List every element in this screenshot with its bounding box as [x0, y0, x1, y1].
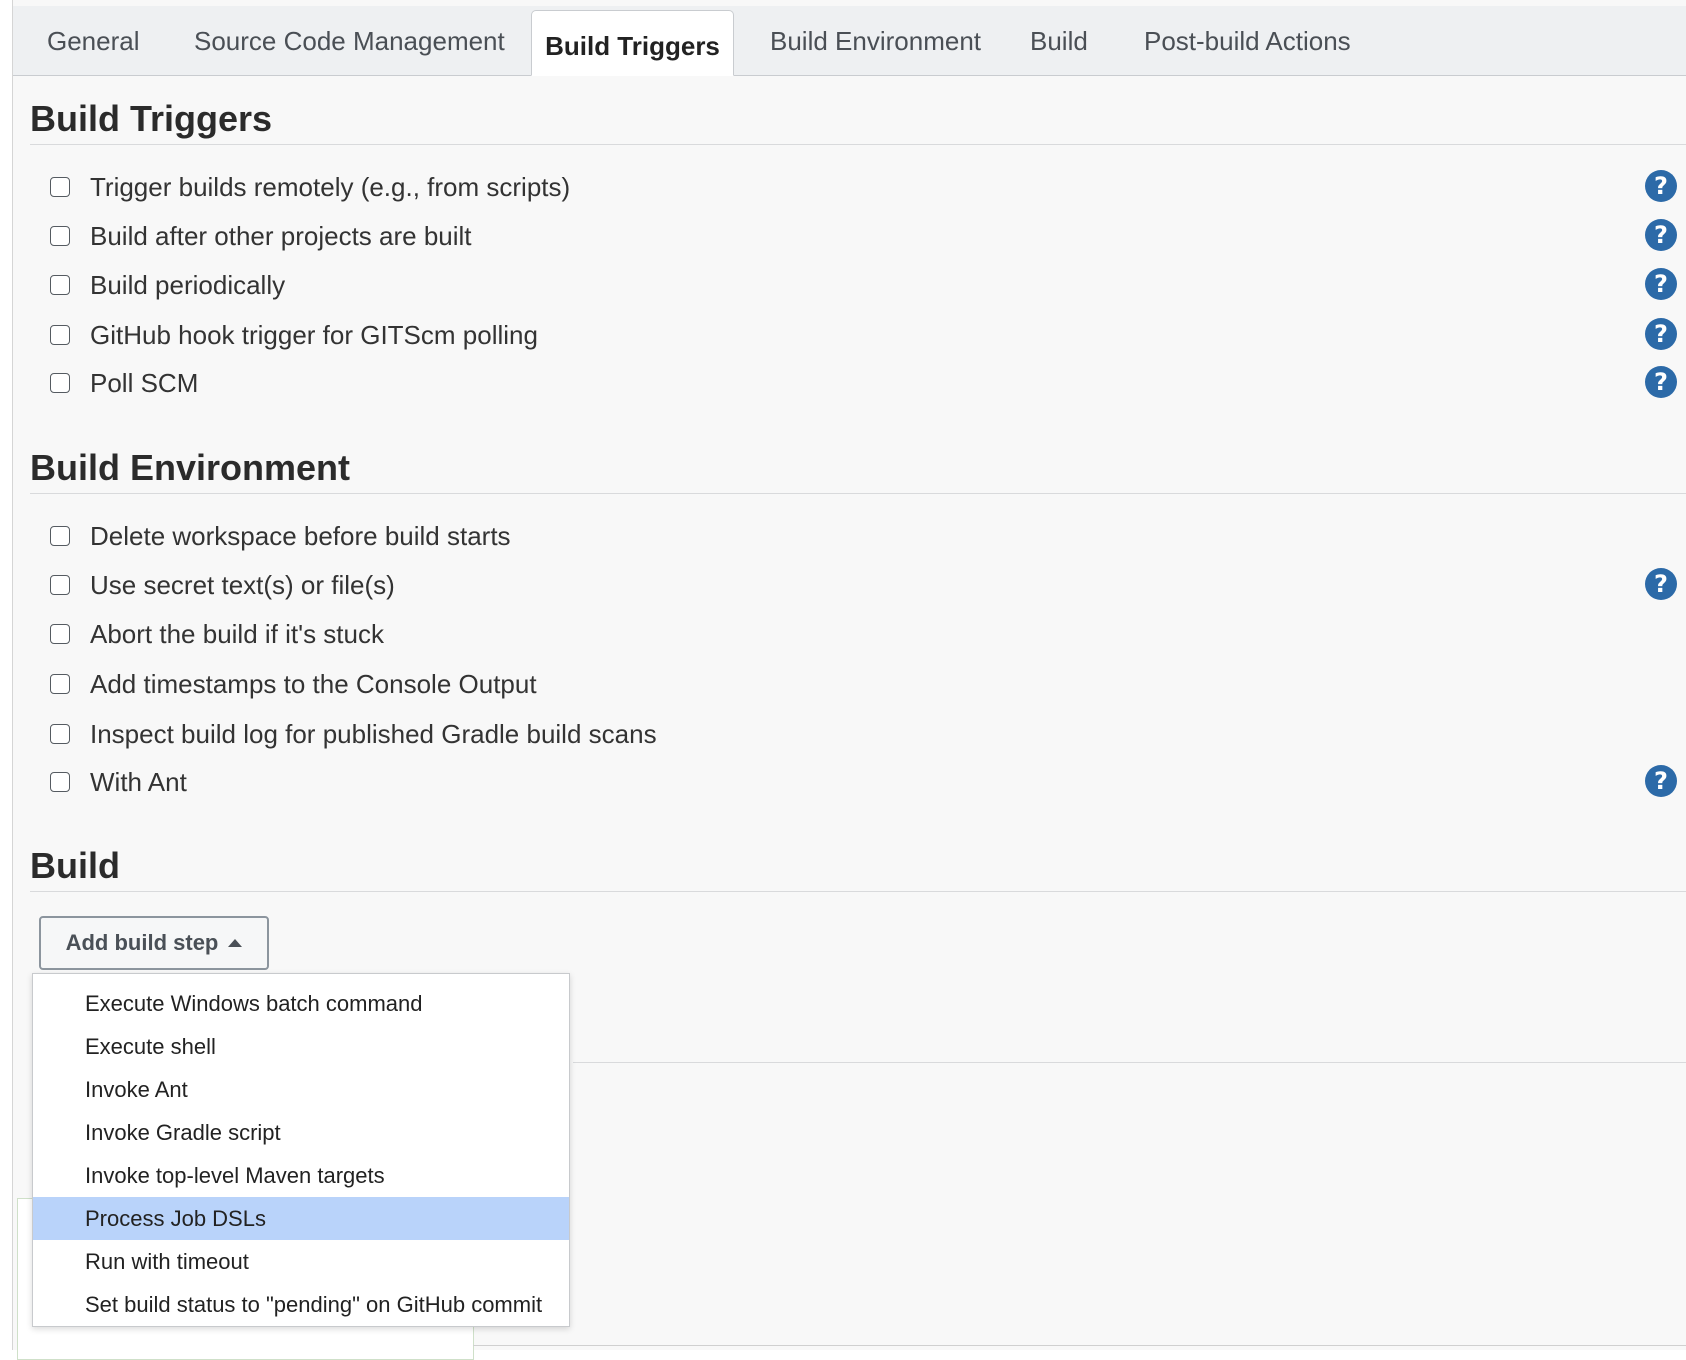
- tab-build-triggers[interactable]: Build Triggers: [531, 10, 734, 76]
- checkbox[interactable]: [50, 772, 70, 792]
- help-icon[interactable]: ?: [1645, 318, 1677, 350]
- tab-post-build-actions[interactable]: Post-build Actions: [1144, 6, 1351, 75]
- add-build-step-button[interactable]: Add build step: [39, 916, 269, 970]
- section-divider: [473, 1345, 1686, 1346]
- menu-item-invoke-gradle-script[interactable]: Invoke Gradle script: [33, 1111, 569, 1154]
- option-add-timestamps[interactable]: Add timestamps to the Console Output: [37, 665, 1677, 705]
- option-delete-workspace[interactable]: Delete workspace before build starts: [37, 517, 1677, 557]
- option-label: Inspect build log for published Gradle b…: [90, 719, 657, 749]
- menu-item-invoke-maven-targets[interactable]: Invoke top-level Maven targets: [33, 1154, 569, 1197]
- checkbox[interactable]: [50, 624, 70, 644]
- checkbox[interactable]: [50, 674, 70, 694]
- config-tab-bar: General Source Code Management Build Tri…: [13, 6, 1686, 76]
- option-label: Use secret text(s) or file(s): [90, 570, 395, 600]
- help-icon[interactable]: ?: [1645, 568, 1677, 600]
- menu-item-set-build-status-pending[interactable]: Set build status to "pending" on GitHub …: [33, 1283, 569, 1326]
- option-label: Add timestamps to the Console Output: [90, 669, 537, 699]
- option-trigger-builds-remotely[interactable]: Trigger builds remotely (e.g., from scri…: [37, 168, 1677, 208]
- tab-general[interactable]: General: [47, 6, 140, 75]
- option-label: Delete workspace before build starts: [90, 521, 511, 551]
- help-icon[interactable]: ?: [1645, 219, 1677, 251]
- checkbox[interactable]: [50, 724, 70, 744]
- tab-build-environment[interactable]: Build Environment: [770, 6, 981, 75]
- menu-item-execute-windows-batch[interactable]: Execute Windows batch command: [33, 982, 569, 1025]
- option-build-after-other-projects[interactable]: Build after other projects are built ?: [37, 217, 1677, 257]
- checkbox[interactable]: [50, 373, 70, 393]
- section-divider: [30, 493, 1686, 494]
- menu-item-execute-shell[interactable]: Execute shell: [33, 1025, 569, 1068]
- option-inspect-gradle-scans[interactable]: Inspect build log for published Gradle b…: [37, 715, 1677, 755]
- help-icon[interactable]: ?: [1645, 268, 1677, 300]
- add-build-step-menu: Execute Windows batch command Execute sh…: [32, 973, 570, 1327]
- checkbox[interactable]: [50, 325, 70, 345]
- option-label: Build after other projects are built: [90, 221, 472, 251]
- caret-up-icon: [228, 939, 243, 947]
- menu-item-run-with-timeout[interactable]: Run with timeout: [33, 1240, 569, 1283]
- checkbox[interactable]: [50, 575, 70, 595]
- section-title-build: Build: [30, 845, 120, 886]
- option-github-hook-trigger[interactable]: GitHub hook trigger for GITScm polling ?: [37, 316, 1677, 356]
- add-build-step-label: Add build step: [65, 930, 219, 955]
- option-use-secret-text[interactable]: Use secret text(s) or file(s) ?: [37, 566, 1677, 606]
- checkbox[interactable]: [50, 226, 70, 246]
- option-label: Poll SCM: [90, 368, 199, 398]
- job-config-page: General Source Code Management Build Tri…: [12, 0, 1686, 1360]
- tab-source-code-management[interactable]: Source Code Management: [194, 6, 505, 75]
- checkbox[interactable]: [50, 526, 70, 546]
- help-icon[interactable]: ?: [1645, 765, 1677, 797]
- section-title-build-triggers: Build Triggers: [30, 98, 273, 139]
- option-label: Build periodically: [90, 270, 286, 300]
- help-icon[interactable]: ?: [1645, 170, 1677, 202]
- section-divider: [573, 1062, 1686, 1063]
- option-label: Abort the build if it's stuck: [90, 619, 384, 649]
- option-label: With Ant: [90, 767, 187, 797]
- section-divider: [30, 891, 1686, 892]
- option-label: Trigger builds remotely (e.g., from scri…: [90, 172, 571, 202]
- section-divider: [30, 144, 1686, 145]
- menu-item-process-job-dsls[interactable]: Process Job DSLs: [33, 1197, 569, 1240]
- help-icon[interactable]: ?: [1645, 366, 1677, 398]
- checkbox[interactable]: [50, 177, 70, 197]
- option-abort-if-stuck[interactable]: Abort the build if it's stuck: [37, 615, 1677, 655]
- option-build-periodically[interactable]: Build periodically ?: [37, 266, 1677, 306]
- section-title-build-environment: Build Environment: [30, 447, 351, 488]
- option-poll-scm[interactable]: Poll SCM ?: [37, 364, 1677, 404]
- tab-build[interactable]: Build: [1030, 6, 1088, 75]
- option-label: GitHub hook trigger for GITScm polling: [90, 320, 538, 350]
- checkbox[interactable]: [50, 275, 70, 295]
- option-with-ant[interactable]: With Ant ?: [37, 763, 1677, 803]
- menu-item-invoke-ant[interactable]: Invoke Ant: [33, 1068, 569, 1111]
